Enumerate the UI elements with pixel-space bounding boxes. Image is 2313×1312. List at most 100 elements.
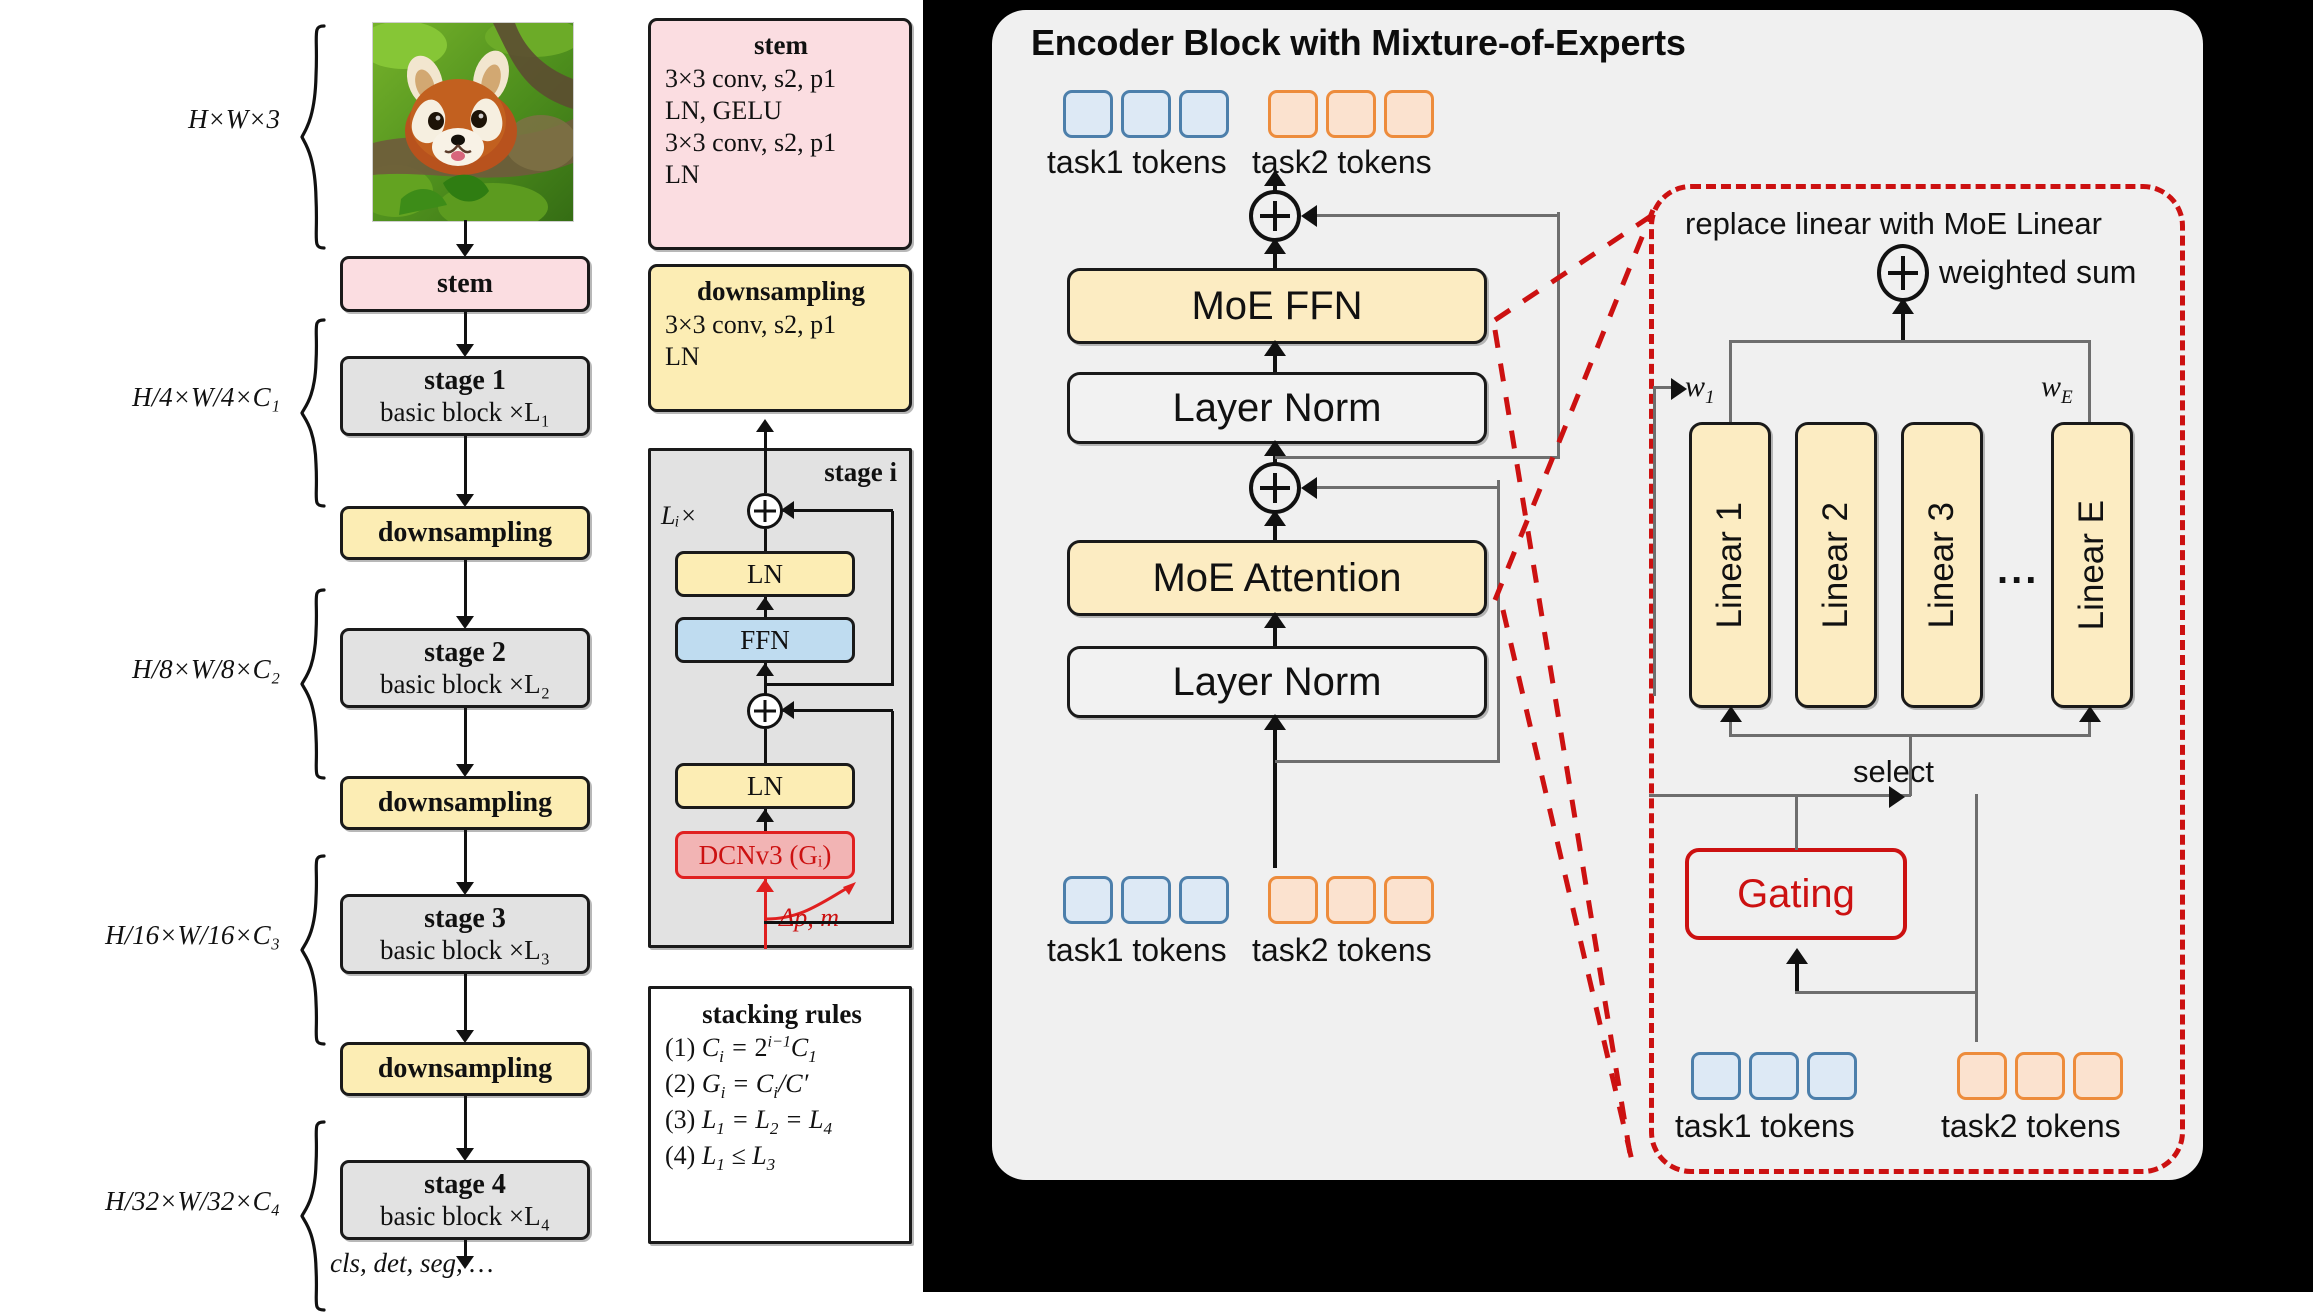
token-blue <box>1179 90 1229 138</box>
legend-stem-line-1: 3×3 conv, s2, p1 <box>665 63 837 93</box>
gating-top-line <box>1795 796 1798 850</box>
legend-stem-title: stem <box>754 30 808 60</box>
arrowhead-bus-to-weighted-sum <box>1892 298 1914 314</box>
stage-i-offset-label: Δp, m <box>779 903 840 932</box>
encoder-block-panel: Encoder Block with Mixture-of-Experts ta… <box>923 0 2313 1292</box>
stage-i-skip-top-horiz-bottom <box>764 683 894 686</box>
stacking-rule-2: (2) Gi = Ci/C′ <box>665 1069 809 1103</box>
expert-linear-E[interactable]: Linear E <box>2051 422 2133 708</box>
stage-4-block[interactable]: stage 4 basic block ×L₄ <box>340 1160 590 1240</box>
dim-label-stage2: H/8×W/8×C₂ <box>132 654 280 684</box>
stage-i-skip-top-horiz-top <box>783 509 893 512</box>
stage-i-dcnv3[interactable]: DCNv3 (Gᵢ) <box>675 831 855 879</box>
legend-downsampling-box: downsampling 3×3 conv, s2, p1 LN <box>648 264 912 412</box>
stage-i-ffn[interactable]: FFN <box>675 617 855 663</box>
token-blue <box>1807 1052 1857 1100</box>
expert-linear-1-label: Linear 1 <box>1710 501 1749 629</box>
stage-i-skip-bottom-horiz-top <box>783 709 893 712</box>
arrowhead-ffn-to-plus-top <box>1264 238 1286 254</box>
layer-norm-bottom-block[interactable]: Layer Norm <box>1067 646 1487 718</box>
gating-block[interactable]: Gating <box>1685 848 1907 940</box>
stacking-rules-box: stacking rules (1) Ci = 2i−1C1 (2) Gi = … <box>648 986 912 1244</box>
stage-i-line-plus-top-up <box>764 457 767 493</box>
token-blue <box>1063 90 1113 138</box>
downsampling-2-label: downsampling <box>377 787 553 819</box>
stage-i-line-ln-bottom-to-plus <box>764 729 767 763</box>
dim-label-stage4: H/32×W/32×C₄ <box>105 1186 280 1216</box>
legend-stem-line-2: LN, GELU <box>665 95 782 125</box>
detail-task2-tokens-label: task2 tokens <box>1941 1108 2121 1144</box>
bottom-task2-tokens-label: task2 tokens <box>1252 932 1432 968</box>
layer-norm-top-label: Layer Norm <box>1172 385 1382 430</box>
stem-block-label: stem <box>437 268 493 300</box>
dim-label-stage1: H/4×W/4×C₁ <box>132 382 280 412</box>
token-blue <box>1063 876 1113 924</box>
downsampling-block-2[interactable]: downsampling <box>340 776 590 830</box>
legend-stage-i-box: stage i Lᵢ× LN FFN LN DCNv3 (Gᵢ) Δp, m <box>648 419 912 949</box>
layer-norm-top-block[interactable]: Layer Norm <box>1067 372 1487 444</box>
legend-stem-line-3: 3×3 conv, s2, p1 <box>665 128 837 158</box>
stage-i-dcnv3-label: DCNv3 (Gᵢ) <box>698 839 832 870</box>
arrowhead-attn-to-plus-mid <box>1264 510 1286 526</box>
arrowhead-ln-to-ffn <box>1264 340 1286 356</box>
stage-i-layernorm-top-label: LN <box>747 558 783 589</box>
downsampling-3-label: downsampling <box>377 1053 553 1085</box>
brace-stage4 <box>300 1120 326 1312</box>
tokens-to-gating-arrowhead <box>1786 948 1808 964</box>
stage-i-arrowhead-plus-mid <box>756 663 774 676</box>
legend-downsampling-line-2: LN <box>665 341 700 371</box>
arrow-ds1-to-stage2 <box>464 560 467 620</box>
legend-stem-box: stem 3×3 conv, s2, p1 LN, GELU 3×3 conv,… <box>648 18 912 250</box>
stage-i-layernorm-bottom-label: LN <box>747 770 783 801</box>
stage-i-line-ln-to-plus-top <box>764 529 767 551</box>
expert-linear-1[interactable]: Linear 1 <box>1689 422 1771 708</box>
token-blue <box>1179 876 1229 924</box>
arrow-stage1-to-ds1 <box>464 436 467 498</box>
stage-i-skip-bottom-arrowhead <box>781 701 794 719</box>
top-task1-tokens-label: task1 tokens <box>1047 144 1227 180</box>
expert1-input-arrowhead <box>1720 706 1742 722</box>
downsampling-1-label: downsampling <box>377 517 553 549</box>
stage-2-block[interactable]: stage 2 basic block ×L₂ <box>340 628 590 708</box>
downsampling-block-3[interactable]: downsampling <box>340 1042 590 1096</box>
stage-i-residual-add-mid <box>747 693 783 729</box>
token-orange <box>1268 90 1318 138</box>
output-tasks-label: cls, det, seg, … <box>330 1248 494 1278</box>
stage-1-block[interactable]: stage 1 basic block ×L₁ <box>340 356 590 436</box>
tokens-branch-vert <box>1975 794 1978 1042</box>
stage-i-output-arrowhead <box>756 419 774 432</box>
tokens-to-gating-horiz <box>1795 991 1977 994</box>
arrow-stage3-to-ds3 <box>464 974 467 1034</box>
gating-to-w1-vert <box>1653 386 1656 696</box>
stage-i-layernorm-top[interactable]: LN <box>675 551 855 597</box>
downsampling-block-1[interactable]: downsampling <box>340 506 590 560</box>
expert-linear-2[interactable]: Linear 2 <box>1795 422 1877 708</box>
stage-i-arrowhead-dcn-to-ln <box>756 809 774 822</box>
moe-attention-label: MoE Attention <box>1152 555 1402 600</box>
stem-block[interactable]: stem <box>340 256 590 312</box>
stage-2-sub: basic block ×L₂ <box>379 668 551 699</box>
brace-input <box>300 24 326 250</box>
select-arrowhead <box>1889 786 1905 808</box>
line-input-to-ln-bottom <box>1273 718 1277 868</box>
legend-stage-i-title: stage i <box>824 457 897 487</box>
weighted-sum-label: weighted sum <box>1939 254 2137 290</box>
bottom-task1-tokens-label: task1 tokens <box>1047 932 1227 968</box>
stage-i-layernorm-bottom[interactable]: LN <box>675 763 855 809</box>
arrow-ds2-to-stage3 <box>464 830 467 886</box>
stage-i-arrowhead-ffn-to-ln <box>756 597 774 610</box>
legend-stem-line-4: LN <box>665 160 700 190</box>
expert-linear-3-label: Linear 3 <box>1922 501 1961 629</box>
stage-3-title: stage 3 <box>424 903 506 935</box>
stage-3-block[interactable]: stage 3 basic block ×L₃ <box>340 894 590 974</box>
arrow-ds3-to-stage4 <box>464 1096 467 1152</box>
backbone-architecture-panel: stem stage 1 basic block ×L₁ downsamplin… <box>0 0 923 1312</box>
residual-add-mid <box>1249 462 1301 514</box>
moe-ffn-block[interactable]: MoE FFN <box>1067 268 1487 344</box>
layer-norm-bottom-label: Layer Norm <box>1172 659 1382 704</box>
expert-linear-3[interactable]: Linear 3 <box>1901 422 1983 708</box>
page-title: Encoder Block with Mixture-of-Experts <box>1031 22 1686 63</box>
arrowhead-input-to-ln-bottom <box>1264 714 1286 730</box>
expert-linear-2-label: Linear 2 <box>1816 501 1855 629</box>
moe-attention-block[interactable]: MoE Attention <box>1067 540 1487 616</box>
